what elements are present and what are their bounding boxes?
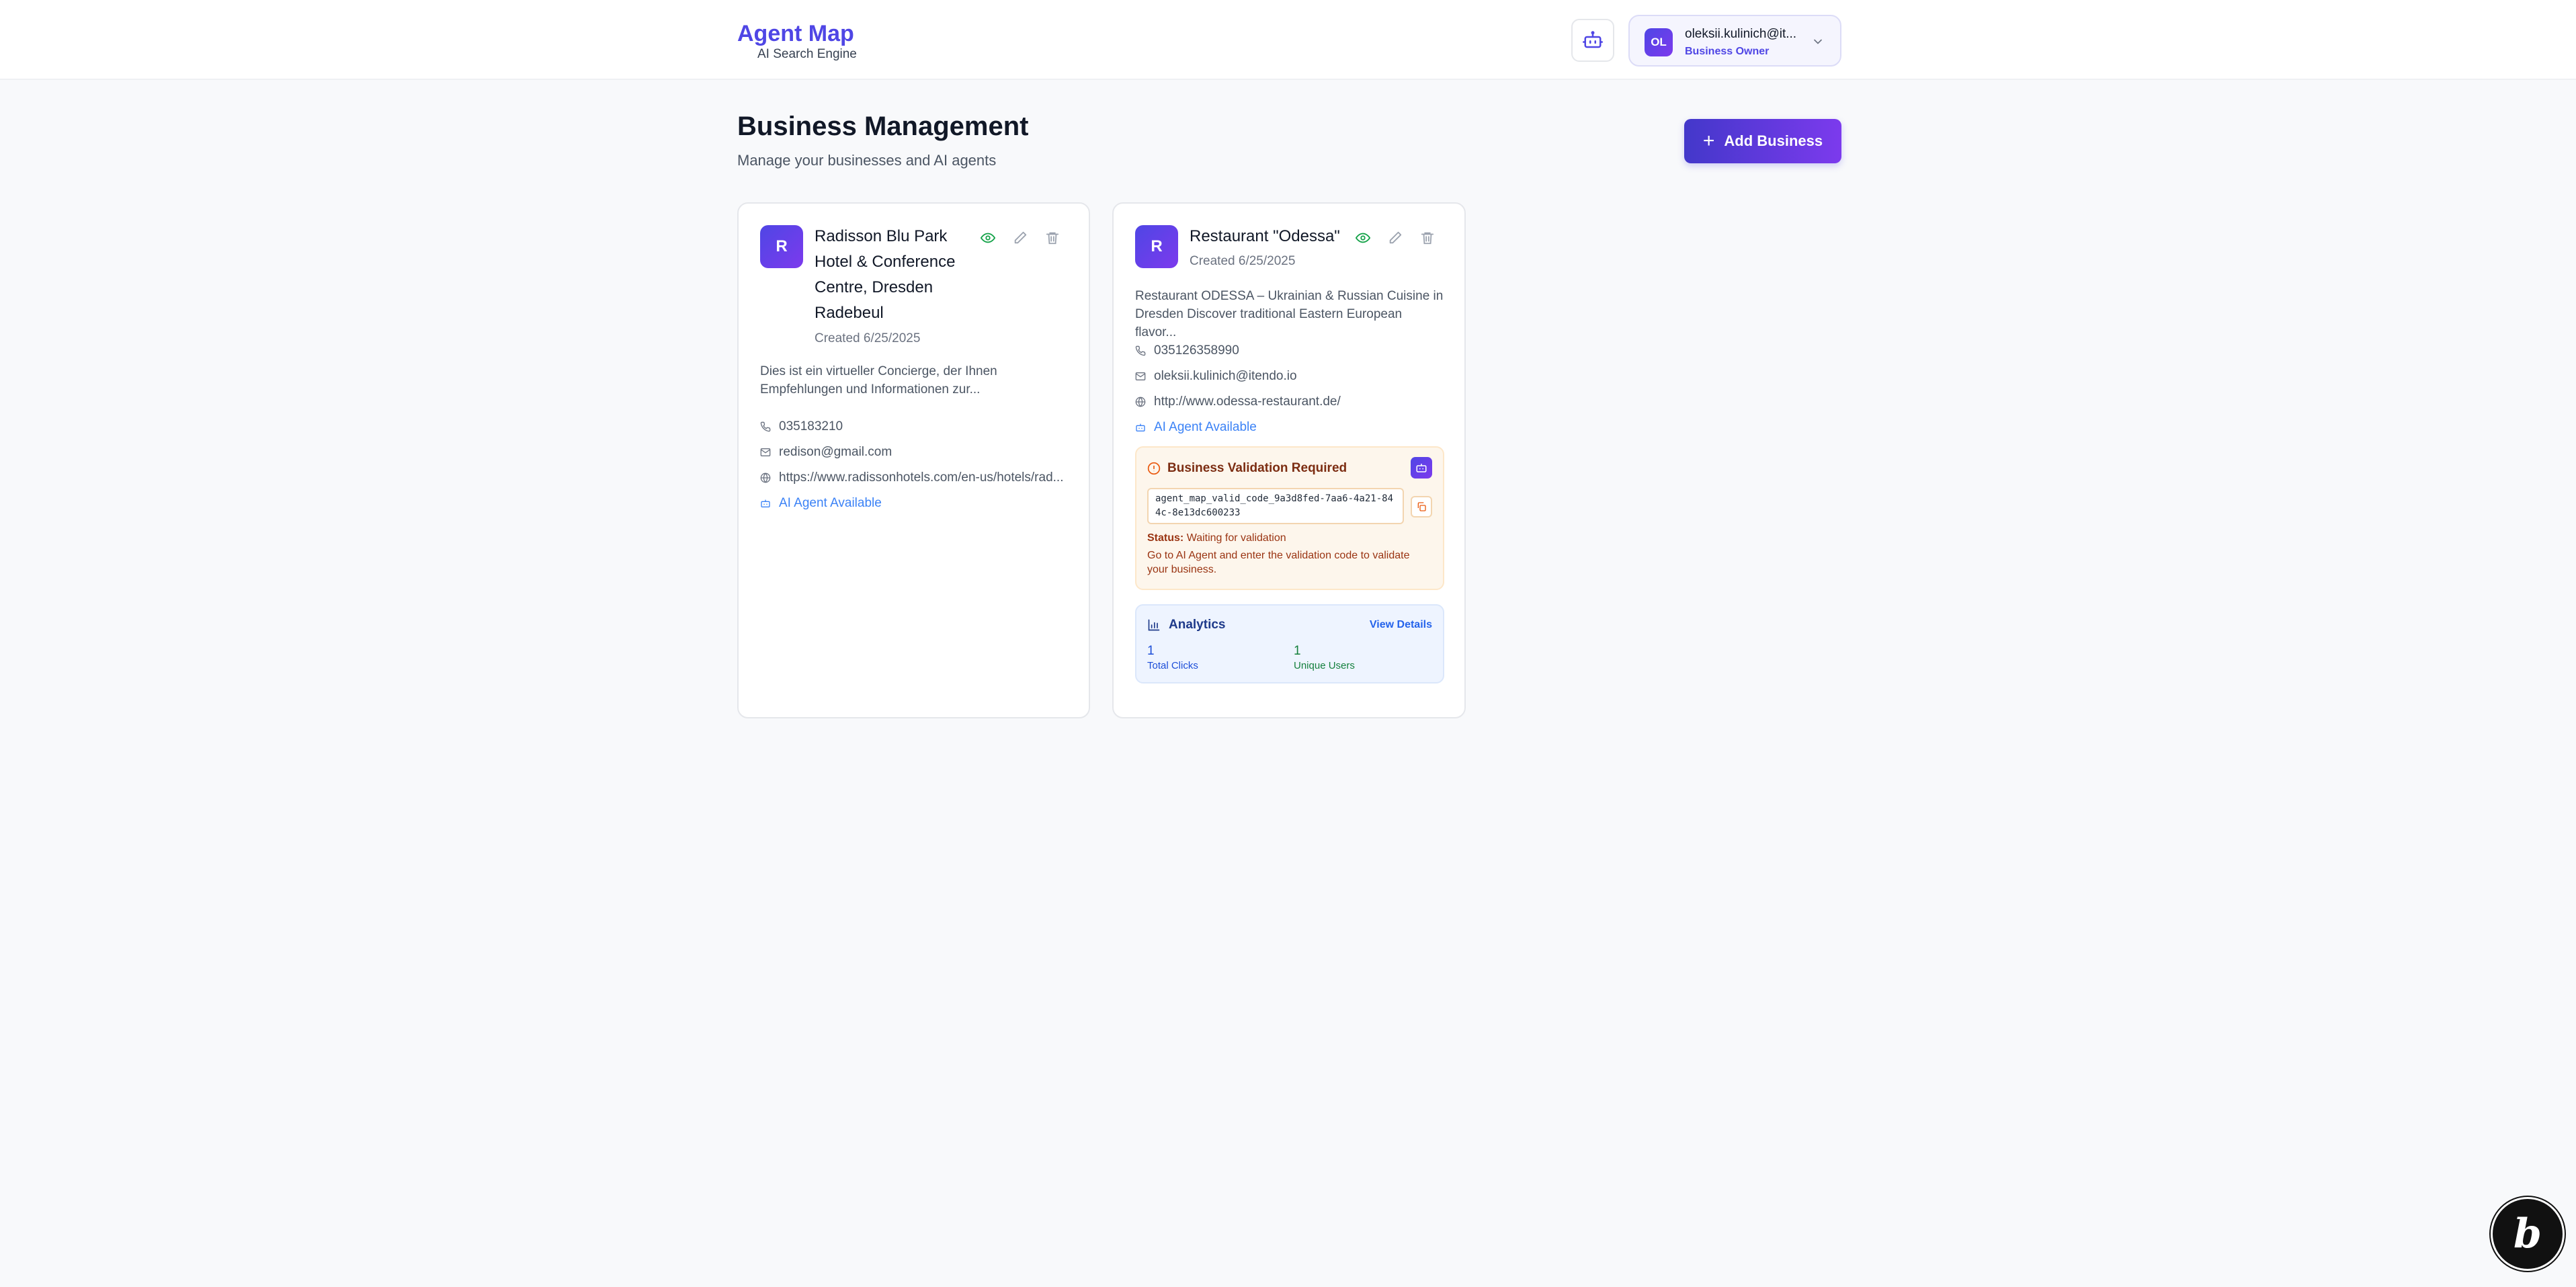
chevron-down-icon bbox=[1814, 39, 1822, 44]
phone-row: 035183210 bbox=[760, 414, 1076, 440]
agent-status-row: AI Agent Available bbox=[1135, 415, 1451, 440]
ai-agent-button[interactable] bbox=[1571, 19, 1614, 62]
email-text: oleksii.kulinich@itendo.io bbox=[1154, 369, 1297, 383]
edit-button[interactable] bbox=[1386, 229, 1404, 247]
card-actions bbox=[979, 229, 1061, 247]
copy-button[interactable] bbox=[1411, 496, 1432, 517]
globe-icon bbox=[1135, 397, 1146, 407]
agent-status-row: AI Agent Available bbox=[760, 491, 1076, 516]
website-row: http://www.odessa-restaurant.de/ bbox=[1135, 389, 1451, 415]
contact-info: 035183210 redison@gmail.com https://www.… bbox=[760, 414, 1076, 516]
page-title: Business Management bbox=[737, 112, 1029, 141]
business-description: Dies ist ein virtueller Concierge, der I… bbox=[760, 364, 997, 397]
validation-panel: Business Validation Required agent_map_v… bbox=[1135, 446, 1444, 590]
eye-icon bbox=[1356, 233, 1370, 243]
total-clicks-label: Total Clicks bbox=[1147, 660, 1198, 671]
mail-icon bbox=[760, 448, 771, 456]
validation-status: Status: Waiting for validation bbox=[1147, 532, 1286, 544]
contact-info: 035126358990 oleksii.kulinich@itendo.io … bbox=[1135, 338, 1451, 440]
avatar: OL bbox=[1645, 28, 1673, 56]
user-menu[interactable]: OL oleksii.kulinich@it... Business Owner bbox=[1628, 15, 1841, 67]
phone-row: 035126358990 bbox=[1135, 338, 1451, 364]
business-name: Radisson Blu Park Hotel & Conference Cen… bbox=[815, 227, 956, 322]
trash-icon bbox=[1421, 232, 1434, 245]
phone-icon bbox=[760, 421, 771, 432]
view-button[interactable] bbox=[979, 229, 997, 247]
phone-icon bbox=[1135, 345, 1146, 356]
alert-circle-icon bbox=[1147, 462, 1161, 475]
business-description: Restaurant ODESSA – Ukrainian & Russian … bbox=[1135, 289, 1444, 339]
user-role: Business Owner bbox=[1685, 46, 1770, 57]
analytics-title: Analytics bbox=[1169, 618, 1226, 632]
email-row: redison@gmail.com bbox=[760, 440, 1076, 465]
status-label: Status: bbox=[1147, 532, 1184, 544]
unique-users-value: 1 bbox=[1294, 644, 1301, 658]
website-link[interactable]: http://www.odessa-restaurant.de/ bbox=[1154, 395, 1341, 409]
validation-help: Go to AI Agent and enter the validation … bbox=[1147, 550, 1410, 575]
card-actions bbox=[1354, 229, 1436, 247]
agent-status: AI Agent Available bbox=[779, 496, 882, 510]
user-email: oleksii.kulinich@it... bbox=[1685, 27, 1797, 41]
status-value: Waiting for validation bbox=[1186, 532, 1286, 544]
analytics-header: Analytics bbox=[1147, 618, 1225, 632]
brand-title: Agent Map bbox=[737, 21, 854, 46]
page-subtitle: Manage your businesses and AI agents bbox=[737, 152, 997, 169]
pencil-icon bbox=[1014, 231, 1027, 244]
agent-status: AI Agent Available bbox=[1154, 420, 1257, 434]
brand-subtitle: AI Search Engine bbox=[757, 47, 857, 61]
mail-icon bbox=[1135, 372, 1146, 380]
total-clicks-stat: 1 Total Clicks bbox=[1147, 643, 1198, 673]
trash-icon bbox=[1046, 232, 1059, 245]
bot-icon bbox=[1583, 31, 1603, 48]
analytics-panel: Analytics View Details 1 Total Clicks 1 … bbox=[1135, 604, 1444, 683]
bot-icon bbox=[1416, 464, 1427, 472]
plus-icon: + bbox=[1702, 130, 1715, 152]
phone-text: 035126358990 bbox=[1154, 343, 1239, 358]
validation-code[interactable]: agent_map_valid_code_9a3d8fed-7aa6-4a21-… bbox=[1147, 488, 1404, 524]
edit-button[interactable] bbox=[1011, 229, 1029, 247]
business-avatar: R bbox=[760, 225, 803, 268]
add-business-button[interactable]: + Add Business bbox=[1684, 119, 1841, 163]
view-details-link[interactable]: View Details bbox=[1370, 619, 1432, 631]
add-business-label: Add Business bbox=[1724, 132, 1823, 149]
open-agent-button[interactable] bbox=[1411, 457, 1432, 479]
business-card: R Restaurant "Odessa" Created 6/25/2025 … bbox=[1112, 202, 1466, 718]
phone-text: 035183210 bbox=[779, 419, 843, 433]
pencil-icon bbox=[1389, 231, 1402, 244]
created-date: Created 6/25/2025 bbox=[815, 331, 921, 345]
bot-icon bbox=[1136, 423, 1145, 431]
validation-title: Business Validation Required bbox=[1167, 461, 1347, 475]
eye-icon bbox=[981, 233, 995, 243]
bolt-badge[interactable]: b bbox=[2491, 1197, 2565, 1271]
copy-icon bbox=[1417, 502, 1426, 511]
bar-chart-icon bbox=[1148, 619, 1160, 631]
view-button[interactable] bbox=[1354, 229, 1372, 247]
business-avatar: R bbox=[1135, 225, 1178, 268]
brand-logo[interactable]: Agent Map AI Search Engine bbox=[737, 20, 857, 62]
website-link[interactable]: https://www.radissonhotels.com/en-us/hot… bbox=[779, 470, 1063, 485]
globe-icon bbox=[760, 472, 771, 483]
website-row: https://www.radissonhotels.com/en-us/hot… bbox=[760, 465, 1076, 491]
unique-users-label: Unique Users bbox=[1294, 660, 1355, 671]
email-row: oleksii.kulinich@itendo.io bbox=[1135, 364, 1451, 389]
email-text: redison@gmail.com bbox=[779, 445, 892, 459]
delete-button[interactable] bbox=[1419, 229, 1436, 247]
unique-users-stat: 1 Unique Users bbox=[1294, 643, 1355, 673]
business-card: R Radisson Blu Park Hotel & Conference C… bbox=[737, 202, 1090, 718]
business-name: Restaurant "Odessa" bbox=[1190, 227, 1340, 245]
total-clicks-value: 1 bbox=[1147, 644, 1155, 658]
bolt-logo-icon: b bbox=[2513, 1210, 2542, 1257]
delete-button[interactable] bbox=[1044, 229, 1061, 247]
bot-icon bbox=[761, 499, 770, 507]
top-header: Agent Map AI Search Engine OL oleksii.ku… bbox=[0, 0, 2576, 80]
validation-header: Business Validation Required bbox=[1147, 461, 1347, 476]
created-date: Created 6/25/2025 bbox=[1190, 254, 1296, 268]
